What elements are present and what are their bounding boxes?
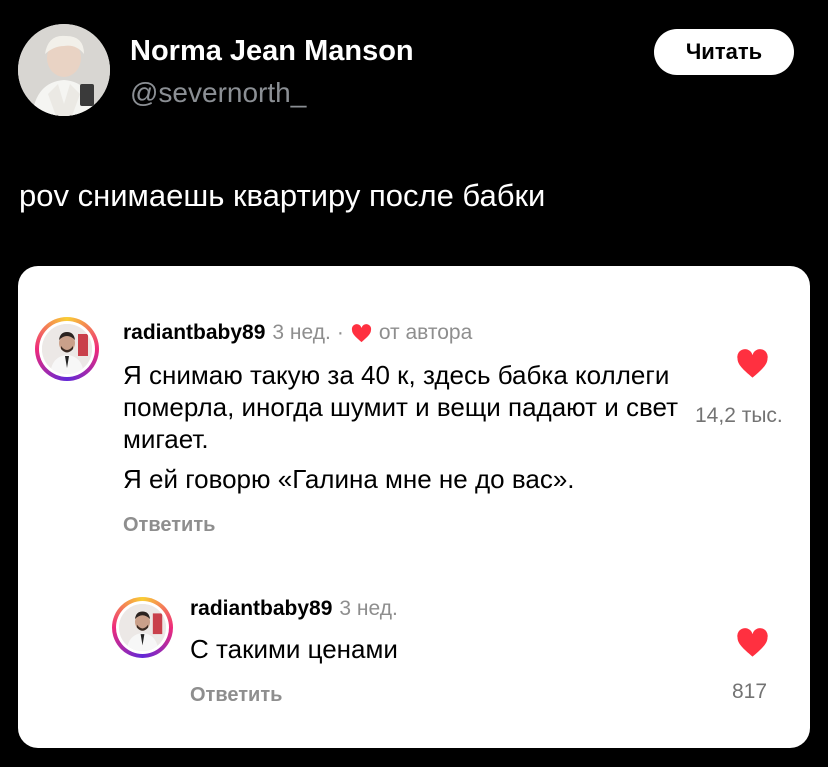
reply-meta: radiantbaby89 3 нед. — [190, 597, 398, 621]
tweet-text: pov снимаешь квартиру после бабки — [19, 178, 546, 213]
reply-username[interactable]: radiantbaby89 — [190, 597, 332, 621]
comment-meta: radiantbaby89 3 нед. · от автора — [123, 321, 472, 345]
author-badge: от автора — [378, 321, 473, 344]
like-count: 817 — [732, 680, 768, 703]
like-heart-icon[interactable] — [736, 628, 769, 658]
like-heart-icon[interactable] — [736, 349, 769, 379]
comment-screenshot: radiantbaby89 3 нед. · от автора Я снима… — [18, 266, 810, 748]
reply-button[interactable]: Ответить — [123, 514, 215, 537]
author-handle[interactable]: @severnorth_ — [130, 77, 306, 109]
comment-username[interactable]: radiantbaby89 — [123, 321, 265, 345]
comment-avatar[interactable] — [35, 317, 99, 381]
reply-time: 3 нед. — [339, 597, 398, 620]
author-avatar[interactable] — [18, 24, 110, 116]
avatar-photo — [42, 324, 92, 374]
comment-paragraph: Я ей говорю «Галина мне не до вас». — [123, 464, 575, 494]
avatar-photo — [119, 604, 166, 651]
author-name[interactable]: Norma Jean Manson — [130, 35, 414, 68]
meta-separator: · — [336, 321, 344, 344]
author-liked-heart-icon — [351, 323, 371, 342]
read-button[interactable]: Читать — [654, 29, 794, 75]
comment-time: 3 нед. — [272, 321, 331, 344]
avatar-photo — [18, 24, 110, 116]
comment-text: Я снимаю такую за 40 к, здесь бабка колл… — [123, 359, 683, 495]
comment-paragraph: Я снимаю такую за 40 к, здесь бабка колл… — [123, 360, 679, 454]
reply-text: С такими ценами — [190, 634, 398, 664]
reply-button[interactable]: Ответить — [190, 684, 282, 707]
like-count: 14,2 тыс. — [695, 404, 783, 427]
reply-avatar[interactable] — [112, 597, 173, 658]
